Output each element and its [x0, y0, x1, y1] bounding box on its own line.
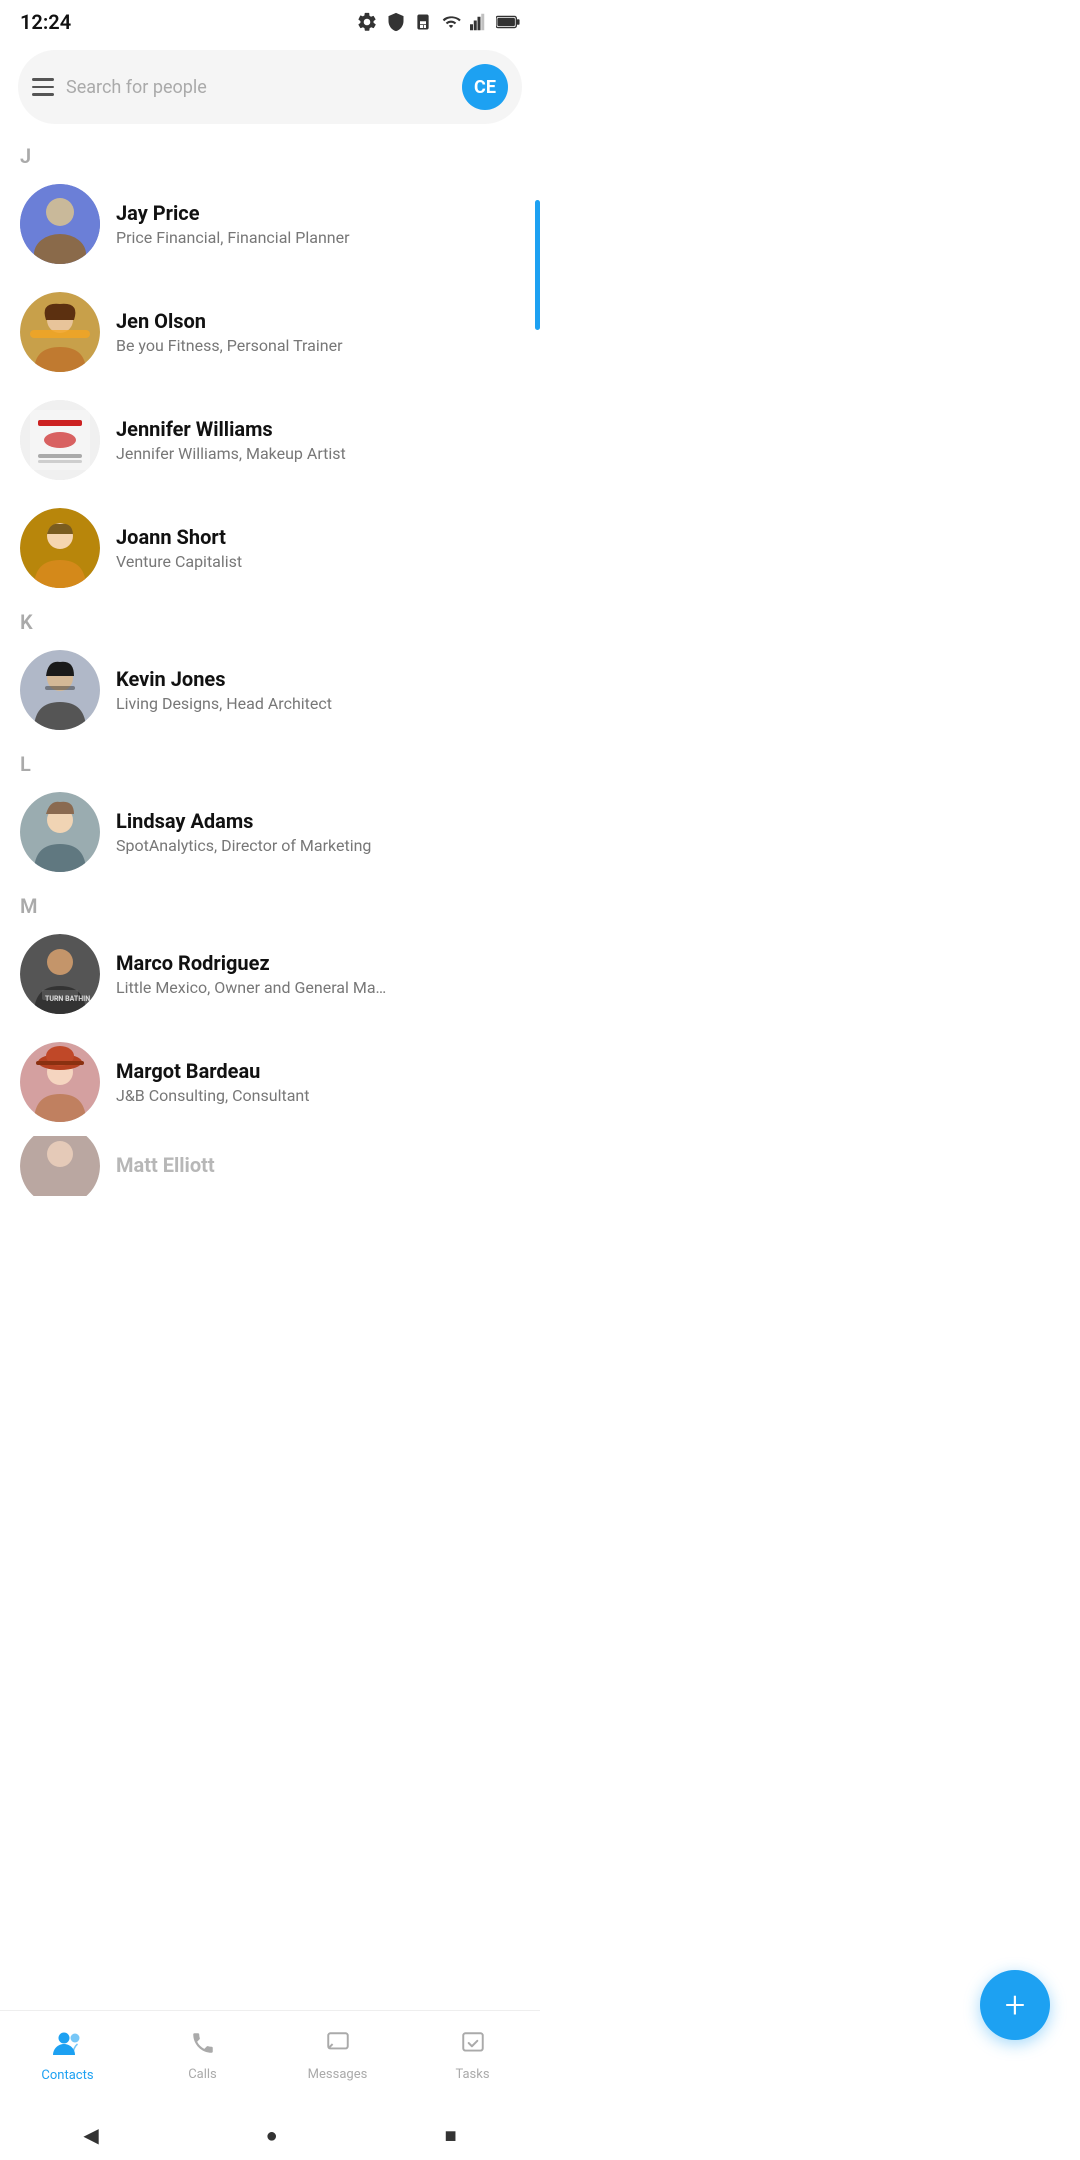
contact-name: Jennifer Williams — [116, 417, 520, 441]
menu-button[interactable] — [32, 78, 54, 96]
contact-name: Matt Elliott — [116, 1153, 520, 1177]
shield-icon — [386, 11, 406, 33]
status-icons — [356, 11, 520, 33]
avatar: TURN BATHIN — [20, 934, 100, 1014]
contact-detail: J&B Consulting, Consultant — [116, 1086, 416, 1105]
section-letter-l: L — [10, 748, 530, 778]
calls-label: Calls — [188, 2067, 217, 2082]
contact-name: Margot Bardeau — [116, 1059, 520, 1083]
battery-icon — [496, 13, 520, 31]
contact-item[interactable]: TURN BATHIN Marco Rodriguez Little Mexic… — [10, 920, 530, 1028]
contact-info: Margot Bardeau J&B Consulting, Consultan… — [116, 1059, 520, 1105]
contact-detail: SpotAnalytics, Director of Marketing — [116, 836, 416, 855]
contact-info: Jennifer Williams Jennifer Williams, Mak… — [116, 417, 520, 463]
contact-item[interactable]: Lindsay Adams SpotAnalytics, Director of… — [10, 778, 530, 886]
svg-text:TURN BATHIN: TURN BATHIN — [45, 995, 90, 1003]
section-letter-m: M — [10, 890, 530, 920]
contact-info: Lindsay Adams SpotAnalytics, Director of… — [116, 809, 520, 855]
contact-name: Joann Short — [116, 525, 520, 549]
section-letter-j: J — [10, 140, 530, 170]
avatar — [20, 292, 100, 372]
contact-name: Jay Price — [116, 201, 520, 225]
wifi-icon — [440, 13, 462, 31]
nav-item-contacts[interactable]: Contacts — [0, 2029, 135, 2083]
contact-detail: Little Mexico, Owner and General Ma… — [116, 978, 416, 997]
chat-icon — [324, 2030, 352, 2063]
contact-list: J Jay Price Price Financial, Financial P… — [0, 140, 540, 1196]
contact-item[interactable]: Kevin Jones Living Designs, Head Archite… — [10, 636, 530, 744]
bottom-navigation: Contacts Calls Messages Tasks — [0, 2010, 540, 2110]
nav-item-tasks[interactable]: Tasks — [405, 2030, 540, 2082]
contact-detail: Be you Fitness, Personal Trainer — [116, 336, 416, 355]
contact-info: Joann Short Venture Capitalist — [116, 525, 520, 571]
contacts-icon — [53, 2029, 83, 2064]
contact-name: Kevin Jones — [116, 667, 520, 691]
contact-detail: Living Designs, Head Architect — [116, 694, 416, 713]
contact-item[interactable]: Jen Olson Be you Fitness, Personal Train… — [10, 278, 530, 386]
signal-icon — [470, 12, 488, 32]
back-button[interactable]: ◀ — [83, 2123, 98, 2147]
avatar — [20, 650, 100, 730]
tasks-label: Tasks — [455, 2067, 489, 2082]
home-button[interactable]: ● — [266, 2123, 278, 2148]
avatar — [20, 1042, 100, 1122]
messages-label: Messages — [308, 2067, 368, 2082]
avatar — [20, 400, 100, 480]
tasks-icon — [459, 2030, 487, 2063]
contact-info: Kevin Jones Living Designs, Head Archite… — [116, 667, 520, 713]
contact-info: Jay Price Price Financial, Financial Pla… — [116, 201, 520, 247]
contact-item[interactable]: Jennifer Williams Jennifer Williams, Mak… — [10, 386, 530, 494]
add-contact-fab[interactable]: + — [980, 1970, 1050, 2040]
contact-detail: Venture Capitalist — [116, 552, 416, 571]
phone-icon — [190, 2030, 216, 2063]
add-icon: + — [1005, 1987, 1025, 2023]
system-nav-bar: ◀ ● ■ — [0, 2110, 540, 2160]
user-avatar-badge[interactable]: CE — [462, 64, 508, 110]
contact-name: Jen Olson — [116, 309, 520, 333]
avatar — [20, 792, 100, 872]
section-letter-k: K — [10, 606, 530, 636]
avatar — [20, 508, 100, 588]
contact-info: Jen Olson Be you Fitness, Personal Train… — [116, 309, 520, 355]
status-time: 12:24 — [20, 10, 71, 34]
contact-item[interactable]: Jay Price Price Financial, Financial Pla… — [10, 170, 530, 278]
contact-info: Matt Elliott — [116, 1153, 520, 1180]
search-placeholder: Search for people — [66, 77, 450, 98]
contact-name: Lindsay Adams — [116, 809, 520, 833]
contact-info: Marco Rodriguez Little Mexico, Owner and… — [116, 951, 520, 997]
nav-item-messages[interactable]: Messages — [270, 2030, 405, 2082]
search-bar[interactable]: Search for people CE — [18, 50, 522, 124]
status-bar: 12:24 — [0, 0, 540, 40]
contact-item[interactable]: Joann Short Venture Capitalist — [10, 494, 530, 602]
contact-item[interactable]: Margot Bardeau J&B Consulting, Consultan… — [10, 1028, 530, 1136]
contacts-label: Contacts — [41, 2068, 93, 2083]
contact-detail: Jennifer Williams, Makeup Artist — [116, 444, 416, 463]
recent-button[interactable]: ■ — [444, 2123, 456, 2148]
contact-item[interactable]: Matt Elliott — [10, 1136, 530, 1196]
scroll-indicator — [535, 200, 540, 330]
nav-item-calls[interactable]: Calls — [135, 2030, 270, 2082]
contact-name: Marco Rodriguez — [116, 951, 520, 975]
contact-detail: Price Financial, Financial Planner — [116, 228, 416, 247]
gear-icon — [356, 11, 378, 33]
avatar — [20, 184, 100, 264]
sim-icon — [414, 11, 432, 33]
avatar — [20, 1136, 100, 1196]
